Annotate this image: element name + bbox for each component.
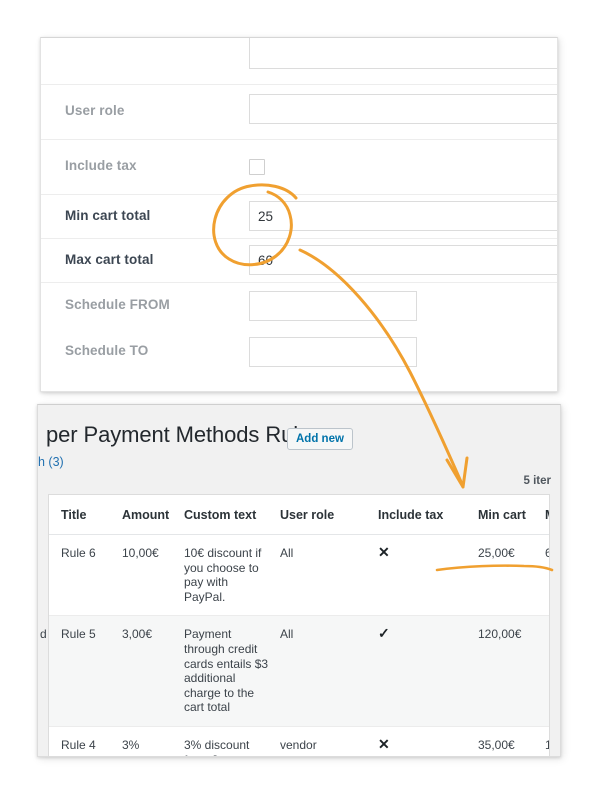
column-header-amount[interactable]: Amount — [118, 495, 180, 535]
rules-table-wrapper: Title Amount Custom text User role Inclu… — [48, 494, 550, 756]
form-row-include-tax-label: Include tax — [65, 158, 137, 173]
table-header-row: Title Amount Custom text User role Inclu… — [49, 495, 550, 535]
column-header-include-tax[interactable]: Include tax — [374, 495, 474, 535]
status-filter-link[interactable]: h (3) — [38, 455, 64, 469]
form-row-schedule-from-label: Schedule FROM — [65, 297, 170, 312]
cell-title: Rule 5 — [49, 616, 118, 727]
rules-list-panel: per Payment Methods Rules Add new h (3) … — [37, 404, 561, 757]
cross-icon: ✕ — [378, 546, 390, 559]
cell-title: Rule 4 — [49, 726, 118, 756]
user-role-input[interactable] — [249, 94, 558, 124]
cell-min-cart: 120,00€ — [474, 616, 541, 727]
check-icon: ✓ — [378, 627, 390, 640]
form-row-schedule-from: Schedule FROM — [41, 283, 557, 329]
form-row-min-cart: Min cart total — [41, 195, 557, 238]
column-header-custom-text[interactable]: Custom text — [180, 495, 276, 535]
cell-user-role: All — [276, 535, 374, 616]
cell-custom-text: Payment through credit cards entails $3 … — [180, 616, 276, 727]
min-cart-total-input[interactable] — [249, 201, 558, 231]
cell-include-tax: ✕ — [374, 535, 474, 616]
table-row[interactable]: Rule 4 3% 3% discount from January vendo… — [49, 726, 550, 756]
cell-include-tax: ✓ — [374, 616, 474, 727]
column-header-user-role[interactable]: User role — [276, 495, 374, 535]
cell-max-cart: 100,00€ — [541, 726, 550, 756]
cell-amount: 10,00€ — [118, 535, 180, 616]
table-row[interactable]: Rule 6 10,00€ 10€ discount if you choose… — [49, 535, 550, 616]
cell-min-cart: 35,00€ — [474, 726, 541, 756]
cell-amount: 3,00€ — [118, 616, 180, 727]
form-row-schedule-to-label: Schedule TO — [65, 343, 148, 358]
cell-user-role: vendor — [276, 726, 374, 756]
cell-max-cart: 60,00€ — [541, 535, 550, 616]
column-header-min-cart[interactable]: Min cart — [474, 495, 541, 535]
table-row[interactable]: Rule 5 3,00€ Payment through credit card… — [49, 616, 550, 727]
cell-include-tax: ✕ — [374, 726, 474, 756]
form-row-0 — [41, 38, 557, 84]
schedule-to-input[interactable] — [249, 337, 417, 367]
form-row-max-cart-label: Max cart total — [65, 252, 153, 267]
form-row-max-cart: Max cart total — [41, 239, 557, 282]
column-header-max-cart[interactable]: Max cart — [541, 495, 550, 535]
rules-table: Title Amount Custom text User role Inclu… — [49, 495, 550, 756]
cell-custom-text: 3% discount from January — [180, 726, 276, 756]
form-row-user-role: User role — [41, 85, 557, 139]
form-row-min-cart-label: Min cart total — [65, 208, 150, 223]
items-count-label: 5 iter — [524, 475, 552, 487]
cell-max-cart — [541, 616, 550, 727]
cell-title: Rule 6 — [49, 535, 118, 616]
form-row-0-input[interactable] — [249, 38, 558, 69]
rule-edit-form-panel: User role Include tax Min cart total Max… — [40, 37, 558, 392]
include-tax-checkbox[interactable] — [249, 159, 265, 175]
column-header-title[interactable]: Title — [49, 495, 118, 535]
cell-min-cart: 25,00€ — [474, 535, 541, 616]
form-row-include-tax: Include tax — [41, 140, 557, 194]
cell-custom-text: 10€ discount if you choose to pay with P… — [180, 535, 276, 616]
cross-icon: ✕ — [378, 738, 390, 751]
screenshot-root: User role Include tax Min cart total Max… — [0, 0, 600, 802]
page-title: per Payment Methods Rules — [46, 422, 321, 448]
form-row-user-role-label: User role — [65, 103, 124, 118]
form-row-schedule-to: Schedule TO — [41, 329, 557, 375]
row-edge-fragment: d — [40, 627, 47, 641]
max-cart-total-input[interactable] — [249, 245, 558, 275]
schedule-from-input[interactable] — [249, 291, 417, 321]
cell-amount: 3% — [118, 726, 180, 756]
add-new-button[interactable]: Add new — [287, 428, 353, 450]
cell-user-role: All — [276, 616, 374, 727]
